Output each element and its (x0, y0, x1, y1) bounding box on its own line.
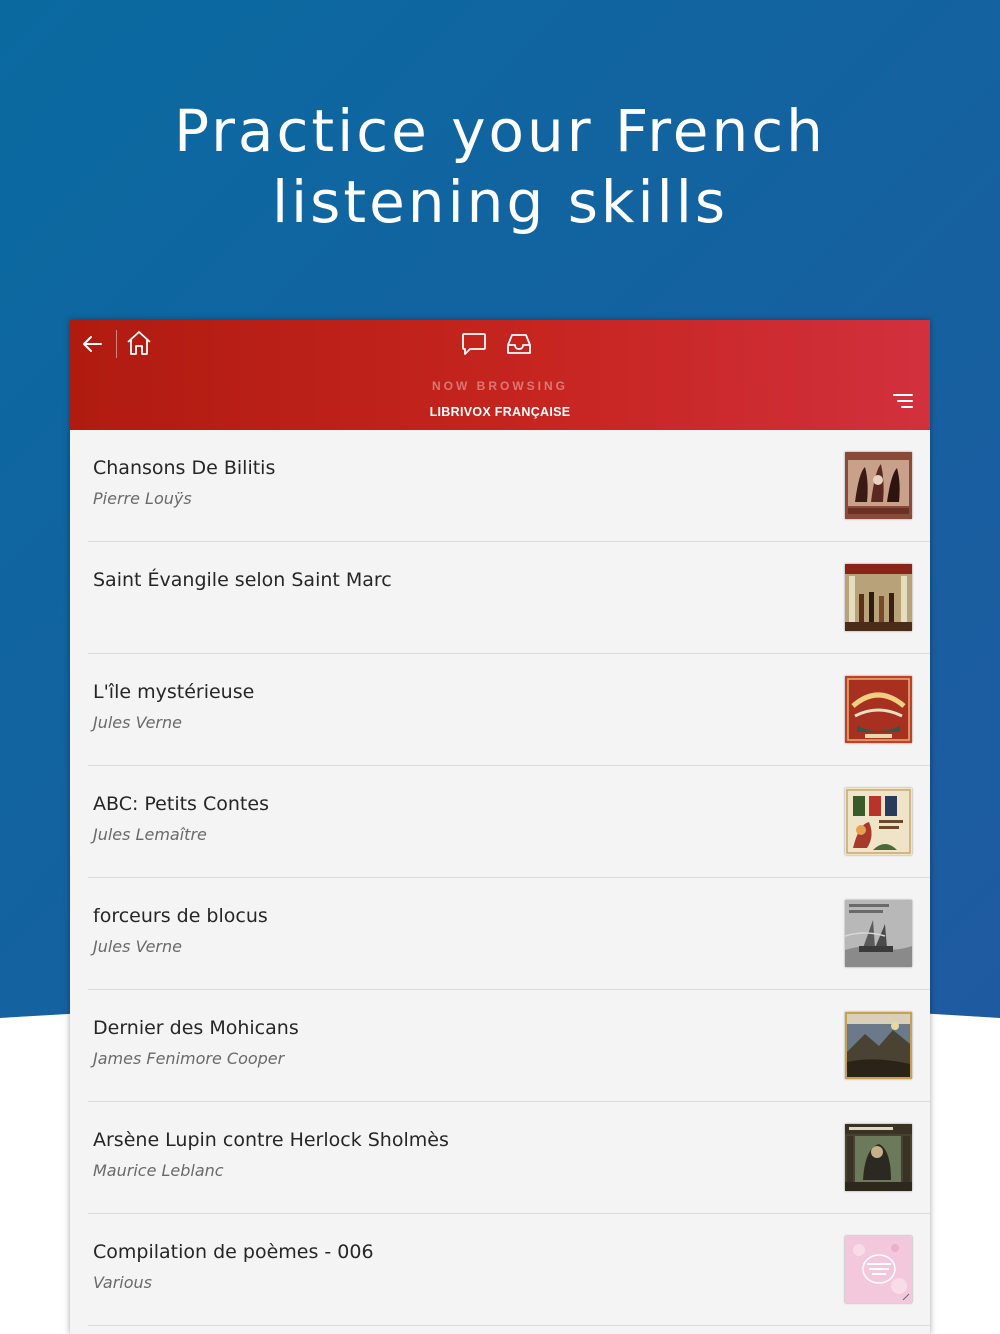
book-author: Jules Verne (93, 713, 182, 732)
book-row[interactable]: Arsène Lupin contre Herlock Sholmès Maur… (70, 1102, 930, 1214)
book-title: Arsène Lupin contre Herlock Sholmès (93, 1129, 449, 1151)
app-header: NOW BROWSING LIBRIVOX FRANÇAISE (70, 320, 930, 430)
book-author: Jules Lemaître (93, 825, 207, 844)
book-title: ABC: Petits Contes (93, 793, 269, 815)
book-title: Chansons De Bilitis (93, 457, 276, 479)
book-list: Chansons De Bilitis Pierre Louÿs Saint É… (70, 430, 930, 1326)
book-row[interactable]: Saint Évangile selon Saint Marc (70, 542, 930, 654)
app-screen: NOW BROWSING LIBRIVOX FRANÇAISE Chansons… (70, 320, 930, 1334)
book-cover-image (845, 788, 912, 855)
book-author: Various (93, 1273, 153, 1292)
book-cover-image (845, 1236, 912, 1303)
book-author: Pierre Louÿs (93, 489, 192, 508)
book-title: forceurs de blocus (93, 905, 268, 927)
book-cover-image (845, 900, 912, 967)
book-title: Compilation de poèmes - 006 (93, 1241, 374, 1263)
menu-lines-icon[interactable] (892, 392, 914, 410)
book-row[interactable]: forceurs de blocus Jules Verne (70, 878, 930, 990)
row-separator (88, 1325, 930, 1326)
book-title: Saint Évangile selon Saint Marc (93, 569, 392, 591)
inbox-icon[interactable] (506, 332, 532, 356)
book-row[interactable]: Dernier des Mohicans James Fenimore Coop… (70, 990, 930, 1102)
back-arrow-icon[interactable] (80, 332, 104, 356)
book-title: L'île mystérieuse (93, 681, 255, 703)
book-author: Jules Verne (93, 937, 182, 956)
header-divider (116, 330, 117, 358)
chat-bubble-icon[interactable] (461, 332, 487, 356)
book-cover-image (845, 676, 912, 743)
book-author: James Fenimore Cooper (93, 1049, 285, 1068)
book-cover-image (845, 1012, 912, 1079)
book-row[interactable]: Compilation de poèmes - 006 Various (70, 1214, 930, 1326)
book-cover-image (845, 564, 912, 631)
book-author: Maurice Leblanc (93, 1161, 224, 1180)
book-row[interactable]: L'île mystérieuse Jules Verne (70, 654, 930, 766)
book-title: Dernier des Mohicans (93, 1017, 299, 1039)
now-browsing-label: NOW BROWSING (432, 379, 568, 393)
collection-name[interactable]: LIBRIVOX FRANÇAISE (70, 405, 930, 419)
book-cover-image (845, 1124, 912, 1191)
home-icon[interactable] (126, 330, 152, 356)
book-cover-image (845, 452, 912, 519)
hero-headline: Practice your French listening skills (0, 96, 1000, 238)
hero-headline-line-2: listening skills (271, 168, 729, 236)
book-row[interactable]: Chansons De Bilitis Pierre Louÿs (70, 430, 930, 542)
book-row[interactable]: ABC: Petits Contes Jules Lemaître (70, 766, 930, 878)
hero-headline-line-1: Practice your French (174, 97, 826, 165)
